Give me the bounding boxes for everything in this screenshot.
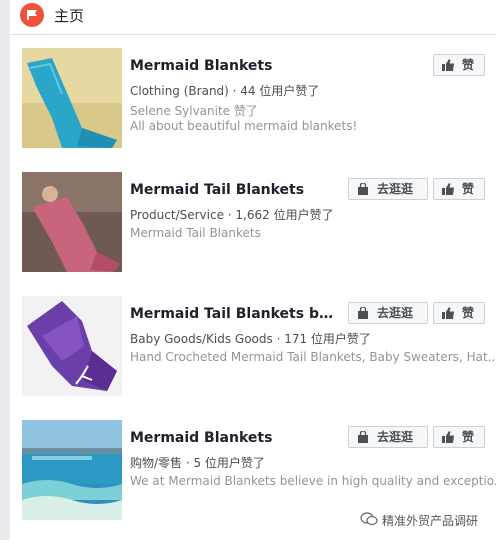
thumbnail-image[interactable] [22,48,122,148]
like-button[interactable]: 赞 [433,178,485,200]
page-title: 主页 [54,7,85,25]
thumbs-up-icon [442,307,454,319]
thumbs-up-icon [442,431,454,443]
category-likes: Product/Service · 1,662 位用户赞了 [130,208,334,222]
friend-liked: Selene Sylvanite 赞了 [130,104,258,118]
page-name[interactable]: Mermaid Tail Blankets by B... [130,306,340,322]
shopping-bag-icon [358,183,368,195]
like-label: 赞 [462,182,475,196]
shop-button[interactable]: 去逛逛 [348,178,428,200]
like-button[interactable]: 赞 [433,302,485,324]
category-likes: Baby Goods/Kids Goods · 171 位用户赞了 [130,332,371,346]
thumbnail-image[interactable] [22,296,122,396]
like-label: 赞 [462,430,475,444]
shop-label: 去逛逛 [377,182,414,196]
shopping-bag-icon [358,431,368,443]
left-page-strip [0,0,10,540]
category-likes: 购物/零售 · 5 位用户赞了 [130,456,265,470]
thumbs-up-icon [442,59,454,71]
shop-label: 去逛逛 [377,430,414,444]
page-name[interactable]: Mermaid Blankets [130,430,340,446]
page-description: We at Mermaid Blankets believe in high q… [130,474,496,488]
category-likes: Clothing (Brand) · 44 位用户赞了 [130,84,320,98]
thumbnail-image[interactable] [22,172,122,272]
page-description: Mermaid Tail Blankets [130,226,261,240]
flag-icon[interactable] [20,3,44,27]
page-name[interactable]: Mermaid Tail Blankets [130,182,340,198]
page-description: All about beautiful mermaid blankets! [130,119,358,133]
shopping-bag-icon [358,307,368,319]
thumbs-up-icon [442,183,454,195]
wechat-icon [360,512,378,526]
shop-label: 去逛逛 [377,306,414,320]
shop-button[interactable]: 去逛逛 [348,426,428,448]
page-card[interactable]: Mermaid Tail Blankets by B... Baby Goods… [10,296,496,420]
like-label: 赞 [462,58,475,72]
page-name[interactable]: Mermaid Blankets [130,58,340,74]
like-button[interactable]: 赞 [433,426,485,448]
like-label: 赞 [462,306,475,320]
shop-button[interactable]: 去逛逛 [348,302,428,324]
watermark-text: 精准外贸产品调研 [382,514,479,528]
page-description: Hand Crocheted Mermaid Tail Blankets, Ba… [130,350,496,364]
page-card[interactable]: Mermaid Tail Blankets Product/Service · … [10,172,496,296]
page-card[interactable]: Mermaid Blankets Clothing (Brand) · 44 位… [10,48,496,172]
thumbnail-image[interactable] [22,420,122,520]
like-button[interactable]: 赞 [433,54,485,76]
home-header: 主页 [10,0,496,35]
